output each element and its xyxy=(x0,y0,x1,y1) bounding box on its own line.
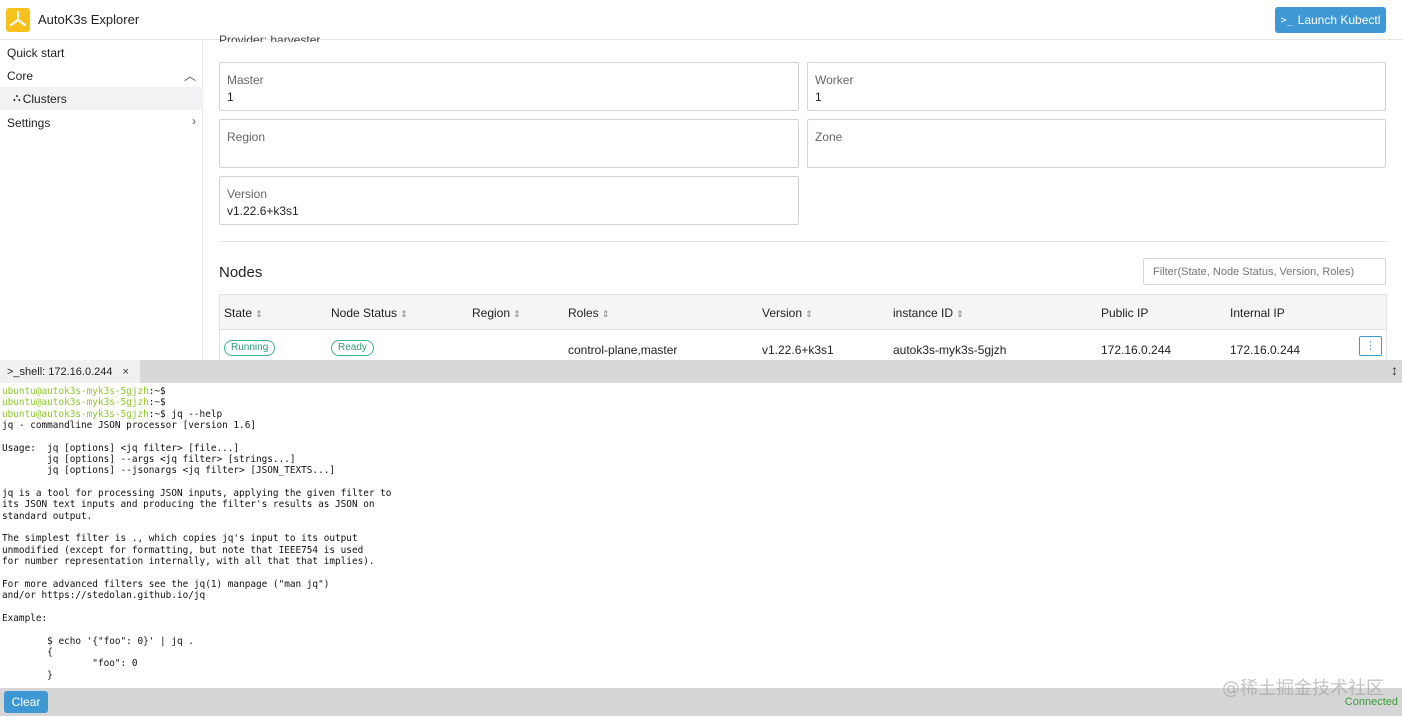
public-ip-cell: 172.16.0.244 xyxy=(1101,343,1172,357)
sort-icon: ⇕ xyxy=(601,309,610,319)
prompt-user: ubuntu@autok3s-myk3s-5gjzh xyxy=(2,408,149,420)
terminal-command-output: jq - commandline JSON processor [version… xyxy=(2,420,392,681)
sidebar-item-settings[interactable]: Settings › xyxy=(0,111,203,134)
terminal-tab-label: >_shell: 172.16.0.244 xyxy=(7,365,113,378)
nodes-title: Nodes xyxy=(219,264,263,281)
roles-cell: control-plane,master xyxy=(568,343,678,357)
terminal-command: jq --help xyxy=(165,408,223,420)
version-cell: v1.22.6+k3s1 xyxy=(762,343,834,357)
terminal-bottom-bar: Clear Connected xyxy=(0,688,1402,716)
sidebar-item-label: Settings xyxy=(7,115,51,130)
prompt-suffix: :~$ xyxy=(148,397,166,409)
sort-icon: ⇕ xyxy=(805,309,813,319)
column-header-instance-id[interactable]: instance ID ⇕ xyxy=(893,306,964,320)
version-label: Version xyxy=(227,187,268,201)
column-label: Node Status xyxy=(331,306,398,320)
worker-label: Worker xyxy=(815,73,854,87)
provider-label: Provider: harvester xyxy=(219,34,321,42)
column-label: Roles xyxy=(568,306,599,320)
row-actions-menu-icon[interactable]: ⋮ xyxy=(1359,336,1382,356)
zone-label: Zone xyxy=(815,130,843,144)
master-label: Master xyxy=(227,73,264,87)
cluster-detail: Provider: harvester Master 1 Worker 1 Re… xyxy=(204,34,1402,360)
column-header-roles[interactable]: Roles ⇕ xyxy=(568,306,609,320)
sort-icon: ⇕ xyxy=(255,309,263,319)
prompt-user: ubuntu@autok3s-myk3s-5gjzh xyxy=(2,386,149,397)
sidebar-item-quick-start[interactable]: Quick start xyxy=(0,41,203,64)
sort-icon: ⇕ xyxy=(956,309,964,319)
internal-ip-cell: 172.16.0.244 xyxy=(1230,343,1301,357)
worker-field: Worker 1 xyxy=(807,62,1386,111)
column-header-version[interactable]: Version ⇕ xyxy=(762,306,813,320)
column-label: Internal IP xyxy=(1230,306,1285,320)
version-value: v1.22.6+k3s1 xyxy=(227,204,299,218)
chevron-up-icon: ︿ xyxy=(183,69,196,83)
section-divider xyxy=(219,241,1387,242)
zone-field: Zone xyxy=(807,119,1386,168)
version-field: Version v1.22.6+k3s1 xyxy=(219,176,799,225)
column-header-state[interactable]: State ⇕ xyxy=(224,306,263,320)
sidebar-item-clusters[interactable]: ⛬ Clusters xyxy=(0,87,203,110)
nodes-filter-input[interactable] xyxy=(1143,258,1386,285)
table-row: Running Ready control-plane,master v1.22… xyxy=(219,330,1387,360)
clear-button[interactable]: Clear xyxy=(4,691,48,713)
master-field: Master 1 xyxy=(219,62,799,111)
sidebar-item-label: Clusters xyxy=(22,91,67,106)
sort-icon: ⇕ xyxy=(400,309,408,319)
column-label: State xyxy=(224,306,253,320)
table-header: State ⇕ Node Status ⇕ Region ⇕ Roles ⇕ Versi… xyxy=(219,294,1387,330)
prompt-suffix: :~$ xyxy=(148,386,166,397)
resize-handle-icon[interactable]: ↕ xyxy=(1391,362,1398,378)
column-header-public-ip: Public IP xyxy=(1101,306,1148,320)
prompt-user: ubuntu@autok3s-myk3s-5gjzh xyxy=(2,397,149,409)
column-header-node-status[interactable]: Node Status ⇕ xyxy=(331,306,408,320)
terminal-tab-bar: >_shell: 172.16.0.244 × ↕ xyxy=(0,360,1402,383)
sidebar: Quick start Core ︿ ⛬ Clusters Settings › xyxy=(0,40,203,360)
state-badge: Running xyxy=(224,340,276,356)
terminal-prompt-icon: >_ xyxy=(1280,14,1293,26)
sidebar-item-label: Core xyxy=(7,68,34,83)
app-title: AutoK3s Explorer xyxy=(38,12,140,27)
top-bar: AutoK3s Explorer >_ Launch Kubectl xyxy=(0,0,1402,40)
column-header-internal-ip: Internal IP xyxy=(1230,306,1285,320)
cluster-icon: ⛬ xyxy=(13,92,21,104)
column-header-region[interactable]: Region ⇕ xyxy=(472,306,521,320)
launch-kubectl-button[interactable]: >_ Launch Kubectl xyxy=(1275,7,1386,33)
close-icon[interactable]: × xyxy=(123,366,129,378)
worker-value: 1 xyxy=(815,90,822,104)
column-label: Region xyxy=(472,306,511,320)
master-value: 1 xyxy=(227,90,234,104)
region-label: Region xyxy=(227,130,266,144)
column-label: instance ID xyxy=(893,306,954,320)
terminal-output[interactable]: ubuntu@autok3s-myk3s-5gjzh:~$ ubuntu@aut… xyxy=(0,383,1402,688)
sidebar-item-core[interactable]: Core ︿ xyxy=(0,64,203,87)
launch-kubectl-label: Launch Kubectl xyxy=(1297,13,1381,27)
sidebar-item-label: Quick start xyxy=(7,45,65,60)
sort-icon: ⇕ xyxy=(513,309,521,319)
prompt-suffix: :~$ xyxy=(148,408,166,420)
autok3s-logo-icon xyxy=(6,8,30,32)
instance-id-cell: autok3s-myk3s-5gjzh xyxy=(893,343,1007,357)
column-label: Public IP xyxy=(1101,306,1149,320)
node-status-badge: Ready xyxy=(331,340,374,356)
column-label: Version xyxy=(762,306,803,320)
chevron-right-icon: › xyxy=(192,114,196,128)
terminal-tab[interactable]: >_shell: 172.16.0.244 × xyxy=(0,360,140,383)
region-field: Region xyxy=(219,119,799,168)
watermark: @稀土掘金技术社区 xyxy=(1222,678,1384,699)
